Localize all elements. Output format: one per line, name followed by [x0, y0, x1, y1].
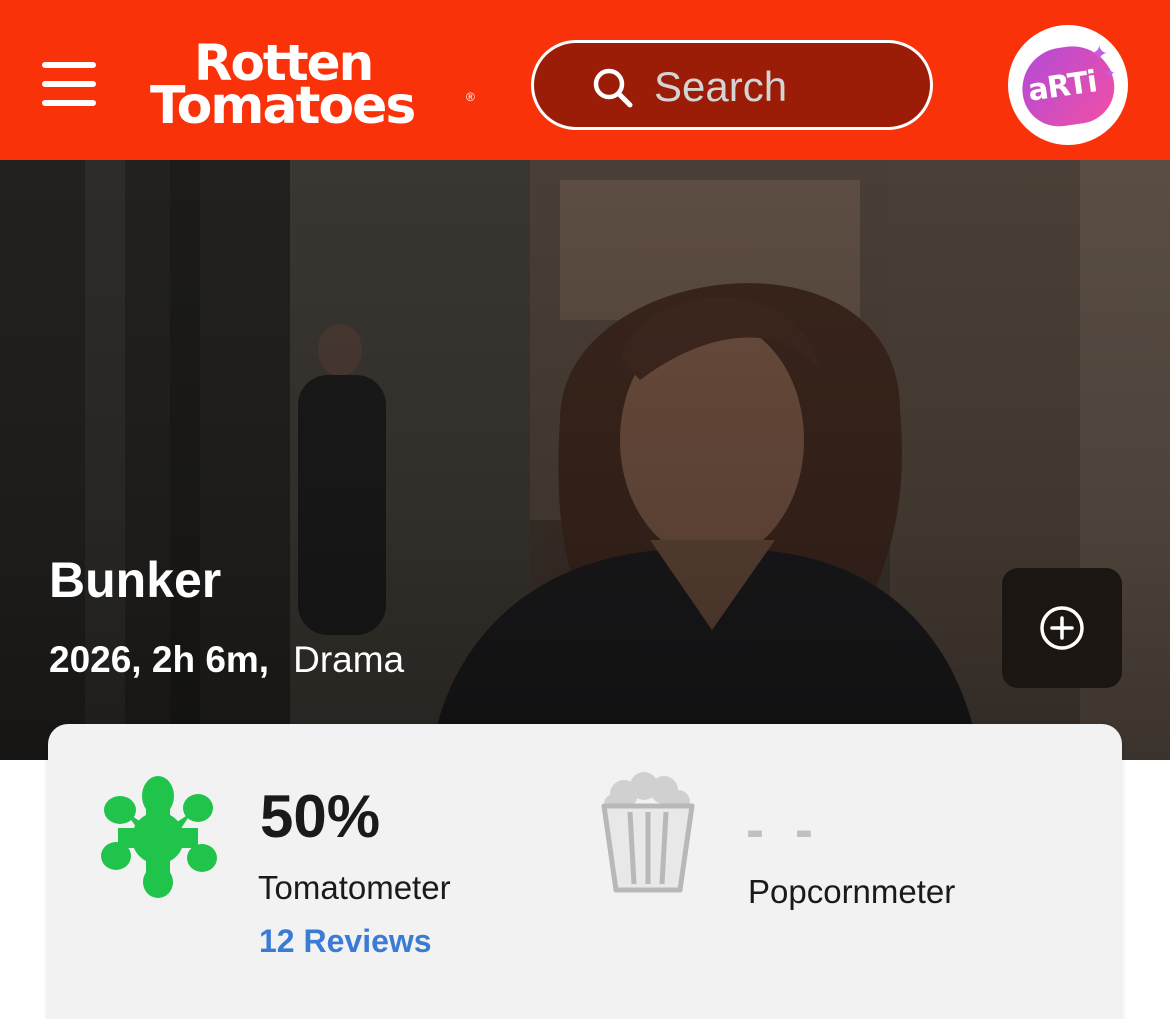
reviews-link[interactable]: 12 Reviews: [259, 921, 432, 961]
logo-line-2: Tomatoes: [150, 76, 416, 136]
menu-bar: [42, 81, 96, 87]
popcornmeter-score: - -: [746, 800, 821, 860]
plus-circle-icon: [1040, 606, 1084, 650]
tomatometer-score: 50%: [260, 783, 381, 850]
add-to-watchlist-button[interactable]: [1002, 568, 1122, 688]
movie-year-runtime: 2026, 2h 6m,: [49, 639, 270, 680]
registered-mark: ®: [466, 90, 475, 104]
search-input[interactable]: Search: [531, 40, 933, 130]
empty-popcorn-bucket-icon: [601, 772, 695, 893]
green-splat-icon: [101, 776, 217, 898]
movie-meta: 2026, 2h 6m, Drama: [49, 638, 404, 682]
search-icon: [593, 68, 633, 108]
search-placeholder: Search: [654, 63, 788, 110]
score-card: 50% Tomatometer 12 Reviews - - Popcornme…: [48, 724, 1122, 1019]
sparkle-icon: ✦: [1090, 41, 1109, 66]
menu-bar: [42, 100, 96, 106]
rotten-tomatoes-logo[interactable]: Rotten Tomatoes ®: [150, 38, 480, 134]
movie-genre: Drama: [293, 639, 405, 680]
movie-hero-image: Bunker 2026, 2h 6m, Drama: [0, 160, 1170, 760]
user-avatar[interactable]: ✦ ✦ aRTi: [1008, 25, 1128, 145]
menu-icon[interactable]: [42, 62, 96, 108]
menu-bar: [42, 62, 96, 68]
sparkle-icon: ✦: [1104, 65, 1116, 81]
movie-title: Bunker: [49, 552, 222, 608]
tomatometer-label: Tomatometer: [258, 869, 451, 906]
popcornmeter-label: Popcornmeter: [748, 873, 956, 910]
top-header: Rotten Tomatoes ® Search ✦ ✦ aRTi: [0, 0, 1170, 160]
